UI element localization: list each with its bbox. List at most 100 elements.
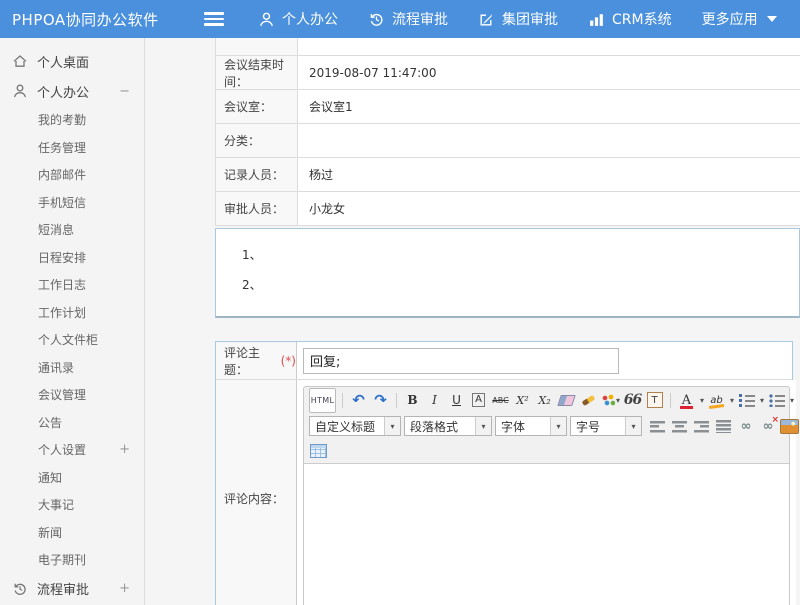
paragraph-format-dropdown[interactable]: 段落格式 ▾ [404, 416, 492, 436]
sidebar-item-notice[interactable]: 通知 [0, 464, 144, 492]
sidebar-item-work-log[interactable]: 工作日志 [0, 271, 144, 299]
redo-button[interactable]: ↷ [371, 391, 390, 410]
underline-button[interactable]: U [447, 391, 466, 410]
paste-as-text-button[interactable]: T [645, 391, 664, 410]
superscript-button[interactable]: X² [513, 391, 532, 410]
dropdown-caret[interactable]: ▾ [790, 396, 794, 405]
sidebar-item-personal-files[interactable]: 个人文件柜 [0, 326, 144, 354]
font-color-button[interactable]: A [677, 391, 696, 410]
field-label: 审批人员： [216, 192, 298, 225]
nav-personal-office[interactable]: 个人办公 [258, 9, 338, 29]
edit-icon [478, 11, 495, 28]
hamburger-menu-icon[interactable] [204, 12, 224, 26]
sidebar-item-schedule[interactable]: 日程安排 [0, 244, 144, 272]
dropdown-caret: ▾ [616, 396, 620, 405]
sidebar-item-personal-office[interactable]: 个人办公 − [0, 76, 144, 106]
nav-crm-system[interactable]: CRM系统 [588, 9, 672, 29]
field-value: 会议室1 [298, 90, 800, 123]
source-code-button[interactable]: HTML [309, 388, 336, 413]
custom-heading-dropdown[interactable]: 自定义标题 ▾ [309, 416, 401, 436]
comment-table: 评论主题： (*) 评论内容： HTML [215, 341, 793, 605]
sidebar-item-personal-desktop[interactable]: 个人桌面 [0, 46, 144, 76]
insert-table-button[interactable] [309, 442, 328, 461]
sidebar-item-major-events[interactable]: 大事记 [0, 491, 144, 519]
dropdown-label: 字体 [496, 418, 550, 435]
highlight-color-button[interactable]: ab [707, 391, 726, 410]
home-icon [12, 53, 28, 69]
sidebar-item-my-attendance[interactable]: 我的考勤 [0, 106, 144, 134]
sidebar-item-workflow-approval[interactable]: 流程审批 + [0, 574, 144, 604]
user-icon [12, 83, 28, 99]
field-value: 小龙女 [298, 192, 800, 225]
align-right-button[interactable] [692, 417, 711, 436]
quick-format-button[interactable]: ▾ [601, 391, 620, 410]
history-clock-icon [368, 11, 385, 28]
sidebar-item-e-journal[interactable]: 电子期刊 [0, 546, 144, 574]
collapse-icon[interactable]: − [119, 84, 130, 99]
sidebar-item-internal-mail[interactable]: 内部邮件 [0, 161, 144, 189]
remove-link-button[interactable]: ∞ [758, 417, 777, 436]
insert-image-button[interactable] [780, 417, 799, 436]
nav-more-apps[interactable]: 更多应用 [702, 9, 777, 29]
editor-content-area[interactable] [304, 463, 789, 605]
unordered-list-button[interactable] [767, 391, 786, 410]
sidebar-item-task-management[interactable]: 任务管理 [0, 134, 144, 162]
dropdown-caret[interactable]: ▾ [730, 396, 734, 405]
toolbar-separator [396, 393, 397, 408]
sidebar-item-announcement[interactable]: 公告 [0, 409, 144, 437]
dropdown-caret[interactable]: ▾ [760, 396, 764, 405]
sidebar-item-short-message[interactable]: 短消息 [0, 216, 144, 244]
subscript-button[interactable]: X₂ [535, 391, 554, 410]
sidebar-item-label: 短消息 [38, 221, 74, 238]
top-nav: 个人办公 流程审批 集团审批 CRM系统 更多应用 [258, 9, 777, 29]
toolbar-separator [342, 393, 343, 408]
nav-label: 集团审批 [502, 9, 558, 29]
expand-icon[interactable]: + [119, 581, 130, 596]
dropdown-caret: ▾ [475, 417, 491, 435]
nav-workflow-approval[interactable]: 流程审批 [368, 9, 448, 29]
bold-button[interactable]: B [403, 391, 422, 410]
format-brush-button[interactable] [579, 391, 598, 410]
align-left-button[interactable] [648, 417, 667, 436]
font-attributes-button[interactable]: A [472, 393, 485, 407]
field-label: 评论主题： (*) [216, 342, 297, 379]
dropdown-caret[interactable]: ▾ [700, 396, 704, 405]
comment-subject-input[interactable] [303, 348, 619, 374]
field-value [298, 124, 800, 157]
sidebar-item-personal-settings[interactable]: 个人设置 + [0, 436, 144, 464]
comment-subject-label: 评论主题： [224, 344, 278, 378]
expand-icon[interactable]: + [119, 442, 130, 457]
undo-button[interactable]: ↶ [349, 391, 368, 410]
italic-button[interactable]: I [425, 391, 444, 410]
blockquote-button[interactable]: 66 [623, 391, 642, 410]
ordered-list-button[interactable] [737, 391, 756, 410]
sidebar-item-mobile-sms[interactable]: 手机短信 [0, 189, 144, 217]
align-center-button[interactable] [670, 417, 689, 436]
sidebar-item-meeting-management[interactable]: 会议管理 [0, 381, 144, 409]
sidebar-item-label: 新闻 [38, 524, 62, 541]
nav-group-approval[interactable]: 集团审批 [478, 9, 558, 29]
sidebar-item-work-plan[interactable]: 工作计划 [0, 299, 144, 327]
sidebar-item-news[interactable]: 新闻 [0, 519, 144, 547]
font-family-dropdown[interactable]: 字体 ▾ [495, 416, 567, 436]
strikethrough-button[interactable]: ABC [491, 391, 510, 410]
remove-format-button[interactable] [557, 391, 576, 410]
comment-content-row: 评论内容： HTML ↶ ↷ B I [216, 380, 792, 605]
field-value [297, 342, 792, 379]
field-label: 会议室： [216, 90, 298, 123]
dropdown-caret: ▾ [550, 417, 566, 435]
field-label: 会议结束时间： [216, 56, 298, 89]
field-label: 分类： [216, 124, 298, 157]
toolbar-separator [670, 393, 671, 408]
insert-link-button[interactable]: ∞ [736, 417, 755, 436]
sidebar-item-label: 个人设置 [38, 441, 86, 458]
table-row-meeting-end-time: 会议结束时间： 2019-08-07 11:47:00 [215, 56, 800, 90]
align-justify-button[interactable] [714, 417, 733, 436]
field-label [216, 38, 298, 55]
font-size-dropdown[interactable]: 字号 ▾ [570, 416, 642, 436]
sidebar-item-label: 个人办公 [37, 82, 89, 101]
table-row-approver: 审批人员： 小龙女 [215, 192, 800, 226]
sidebar-item-contacts[interactable]: 通讯录 [0, 354, 144, 382]
bar-chart-icon [588, 11, 605, 28]
nav-label: 个人办公 [282, 9, 338, 29]
